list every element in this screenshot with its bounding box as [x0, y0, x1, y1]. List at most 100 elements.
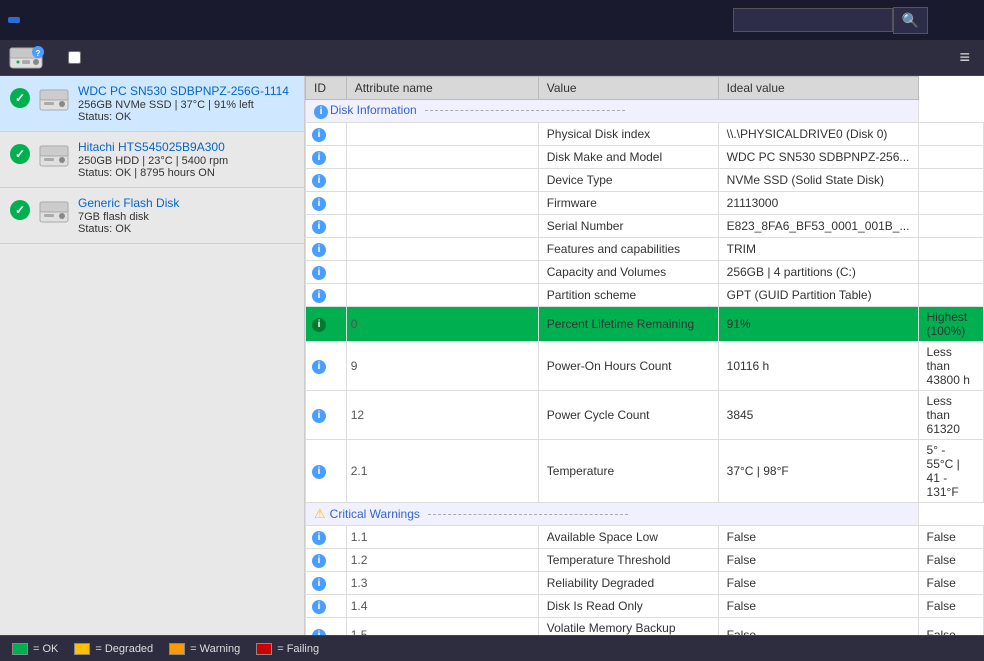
- statusbar-item: = OK: [12, 643, 58, 655]
- attr-ideal: [918, 192, 983, 215]
- attr-value: 91%: [718, 307, 918, 342]
- drive-icon: ?: [8, 44, 44, 72]
- attr-id: 0: [346, 307, 538, 342]
- attr-id: 1.4: [346, 595, 538, 618]
- info-icon: i: [312, 266, 326, 280]
- attr-ideal: [918, 215, 983, 238]
- attr-ideal: Highest (100%): [918, 307, 983, 342]
- attr-value: False: [718, 549, 918, 572]
- smart-badge: [8, 17, 20, 23]
- info-icon: i: [312, 629, 326, 635]
- attr-value: 3845: [718, 391, 918, 440]
- info-icon: i: [312, 197, 326, 211]
- info-icon: i: [312, 318, 326, 332]
- warn-triangle-icon: ⚠: [314, 506, 326, 522]
- search-button[interactable]: 🔍: [893, 7, 928, 34]
- table-row: iSerial NumberE823_8FA6_BF53_0001_001B_.…: [306, 215, 984, 238]
- attr-value: GPT (GUID Partition Table): [718, 284, 918, 307]
- close-button[interactable]: [960, 16, 976, 24]
- attr-name: Volatile Memory Backup Device Fai...: [538, 618, 718, 636]
- attr-name: Disk Is Read Only: [538, 595, 718, 618]
- section-header-row: ⚠Critical Warnings: [306, 503, 984, 526]
- attr-id: [346, 192, 538, 215]
- table-row: i1.1Available Space LowFalseFalse: [306, 526, 984, 549]
- attr-name: Power Cycle Count: [538, 391, 718, 440]
- attr-ideal: [918, 123, 983, 146]
- table-row: iFeatures and capabilitiesTRIM: [306, 238, 984, 261]
- attr-ideal: [918, 284, 983, 307]
- statusbar-item: = Degraded: [74, 643, 153, 655]
- table-row: iFirmware21113000: [306, 192, 984, 215]
- attr-value: False: [718, 526, 918, 549]
- attr-ideal: False: [918, 549, 983, 572]
- attr-name: Partition scheme: [538, 284, 718, 307]
- attr-value: E823_8FA6_BF53_0001_001B_...: [718, 215, 918, 238]
- disk-status-text: Status: OK | 8795 hours ON: [78, 167, 294, 179]
- sidebar-disk-item[interactable]: ✓ Generic Flash Disk7GB flash diskStatus…: [0, 188, 304, 244]
- titlebar: 🔍: [0, 0, 984, 40]
- table-row: i12Power Cycle Count3845Less than 61320: [306, 391, 984, 440]
- info-icon: i: [312, 151, 326, 165]
- disk-status-text: Status: OK: [78, 111, 294, 123]
- table-scroll[interactable]: ID Attribute name Value Ideal value iDis…: [305, 76, 984, 635]
- attr-name: Device Type: [538, 169, 718, 192]
- info-icon: i: [312, 577, 326, 591]
- attr-name: Capacity and Volumes: [538, 261, 718, 284]
- attr-value: TRIM: [718, 238, 918, 261]
- attr-name: Available Space Low: [538, 526, 718, 549]
- attr-value: NVMe SSD (Solid State Disk): [718, 169, 918, 192]
- status-label: = OK: [33, 643, 58, 655]
- section-label: Disk Information: [330, 103, 417, 117]
- disk-name: WDC PC SN530 SDBPNPZ-256G-1114: [78, 84, 294, 98]
- status-color-box: [256, 643, 272, 655]
- sidebar: ✓ WDC PC SN530 SDBPNPZ-256G-1114256GB NV…: [0, 76, 305, 635]
- search-input[interactable]: [733, 8, 893, 32]
- attr-ideal: [918, 146, 983, 169]
- attr-value: 256GB | 4 partitions (C:): [718, 261, 918, 284]
- attr-value: 21113000: [718, 192, 918, 215]
- disk-status-icon: ✓: [10, 88, 30, 108]
- sidebar-disk-item[interactable]: ✓ WDC PC SN530 SDBPNPZ-256G-1114256GB NV…: [0, 76, 304, 132]
- attr-ideal: False: [918, 526, 983, 549]
- monitor-checkbox[interactable]: [68, 51, 81, 64]
- info-icon: i: [312, 554, 326, 568]
- attr-id: 1.5: [346, 618, 538, 636]
- attr-name: Features and capabilities: [538, 238, 718, 261]
- attr-ideal: False: [918, 595, 983, 618]
- right-panel: ID Attribute name Value Ideal value iDis…: [305, 76, 984, 635]
- menu-icon[interactable]: ≡: [953, 45, 976, 70]
- attr-name: Power-On Hours Count: [538, 342, 718, 391]
- attr-value: False: [718, 618, 918, 636]
- disk-name: Generic Flash Disk: [78, 196, 294, 210]
- info-icon: i: [312, 465, 326, 479]
- status-label: = Warning: [190, 643, 240, 655]
- attr-ideal: [918, 261, 983, 284]
- attr-value: False: [718, 572, 918, 595]
- attr-value: WDC PC SN530 SDBPNPZ-256...: [718, 146, 918, 169]
- table-row: i1.3Reliability DegradedFalseFalse: [306, 572, 984, 595]
- table-row: i 1.5Volatile Memory Backup Device Fai...…: [306, 618, 984, 636]
- disk-status-icon: ✓: [10, 200, 30, 220]
- monitor-checkbox-container: [68, 51, 85, 64]
- maximize-button[interactable]: [944, 16, 960, 24]
- disk-drive-icon: [38, 84, 70, 116]
- table-row: iPartition schemeGPT (GUID Partition Tab…: [306, 284, 984, 307]
- info-icon: i: [312, 220, 326, 234]
- disk-detail: 7GB flash disk: [78, 211, 294, 223]
- table-row: i1.2Temperature ThresholdFalseFalse: [306, 549, 984, 572]
- col-value: Value: [538, 77, 718, 100]
- statusbar: = OK= Degraded= Warning= Failing: [0, 635, 984, 661]
- disk-status-text: Status: OK: [78, 223, 294, 235]
- attributes-table: ID Attribute name Value Ideal value iDis…: [305, 76, 984, 635]
- attr-ideal: False: [918, 572, 983, 595]
- attr-ideal: [918, 169, 983, 192]
- minimize-button[interactable]: [928, 16, 944, 24]
- sidebar-disk-item[interactable]: ✓ Hitachi HTS545025B9A300250GB HDD | 23°…: [0, 132, 304, 188]
- attr-name: Physical Disk index: [538, 123, 718, 146]
- attr-ideal: Less than 43800 h: [918, 342, 983, 391]
- attr-id: [346, 123, 538, 146]
- attr-id: 9: [346, 342, 538, 391]
- info-circle-icon: i: [314, 105, 328, 119]
- attr-name: Temperature Threshold: [538, 549, 718, 572]
- attr-ideal: 5° - 55°C | 41 - 131°F: [918, 440, 983, 503]
